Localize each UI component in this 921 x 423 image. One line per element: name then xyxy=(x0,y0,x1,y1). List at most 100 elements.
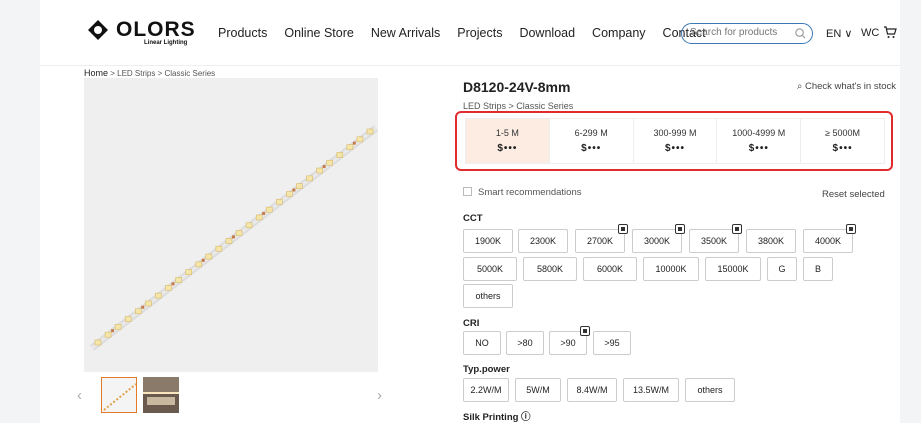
tier-price: $••• xyxy=(832,143,853,154)
option-label: NO xyxy=(475,338,489,348)
led-chip xyxy=(366,128,374,135)
power-option[interactable]: 5W/M xyxy=(515,378,561,402)
tier-price: $••• xyxy=(664,143,686,154)
power-option[interactable]: 8.4W/M xyxy=(567,378,617,402)
led-chip xyxy=(296,183,303,190)
cri-option[interactable]: >90 xyxy=(549,326,590,355)
product-category[interactable]: LED Strips > Classic Series xyxy=(463,101,573,111)
price-tier[interactable]: 1-5 M $••• xyxy=(466,119,550,163)
option-label: 13.5W/M xyxy=(632,385,669,395)
option-label: 2.2W/M xyxy=(470,385,502,395)
reset-selected-button[interactable]: Reset selected xyxy=(822,189,885,200)
option-label: 5800K xyxy=(536,264,564,274)
cri-option[interactable]: >95 xyxy=(593,331,631,355)
page: OLORS Linear Lighting Products Online St… xyxy=(40,0,900,423)
cct-option[interactable]: 1900K xyxy=(463,229,513,253)
option-label: 8.4W/M xyxy=(576,385,608,395)
thumbnail-1[interactable] xyxy=(101,377,137,413)
option-label: 3500K xyxy=(700,236,728,246)
led-chip xyxy=(306,175,313,182)
site-header: OLORS Linear Lighting Products Online St… xyxy=(40,0,900,66)
led-chip xyxy=(165,284,172,291)
language-selector[interactable]: EN ∨ xyxy=(826,27,852,40)
nav-products[interactable]: Products xyxy=(218,26,267,40)
cct-option[interactable]: 5000K xyxy=(463,257,517,281)
thumbnail-2[interactable] xyxy=(143,377,179,413)
cct-option[interactable]: 6000K xyxy=(583,257,637,281)
option-label: 5W/M xyxy=(526,385,550,395)
cart-icon[interactable] xyxy=(883,25,897,39)
option-label: 1900K xyxy=(474,236,502,246)
product-title: D8120-24V-8mm xyxy=(463,79,571,95)
cct-label: CCT xyxy=(463,213,483,224)
cct-option[interactable]: 3500K xyxy=(689,224,742,253)
nav-projects[interactable]: Projects xyxy=(457,26,502,40)
option-label: 10000K xyxy=(655,264,687,274)
gallery-prev-arrow[interactable]: ‹ xyxy=(77,387,82,404)
search-input[interactable] xyxy=(690,27,790,38)
option-label: B xyxy=(814,264,821,274)
tag-icon xyxy=(732,224,742,234)
cct-option[interactable]: 4000K xyxy=(803,224,856,253)
led-chip xyxy=(185,269,192,275)
logo-wordmark: OLORS xyxy=(116,18,196,41)
smart-recommendations[interactable]: Smart recommendations xyxy=(463,187,581,198)
option-label: 2300K xyxy=(529,236,557,246)
tier-price: $••• xyxy=(497,143,518,154)
cct-option[interactable]: 15000K xyxy=(705,257,761,281)
nav-new-arrivals[interactable]: New Arrivals xyxy=(371,26,440,40)
power-option[interactable]: others xyxy=(685,378,735,402)
resistor-chip xyxy=(201,258,205,262)
search-box xyxy=(681,23,813,44)
cct-option[interactable]: 5800K xyxy=(523,257,577,281)
stock-link[interactable]: ⌕ Check what's in stock xyxy=(797,81,896,92)
tier-price: $••• xyxy=(581,143,602,154)
cct-option[interactable]: 2700K xyxy=(575,224,628,253)
smart-checkbox[interactable] xyxy=(463,187,472,196)
power-label: Typ.power xyxy=(463,364,510,375)
resistor-chip xyxy=(141,305,145,309)
cct-option[interactable]: G xyxy=(767,257,797,281)
power-option[interactable]: 13.5W/M xyxy=(623,378,679,402)
cct-option[interactable]: 2300K xyxy=(518,229,568,253)
price-tier[interactable]: 6-299 M $••• xyxy=(550,119,634,163)
led-chip xyxy=(205,253,213,260)
option-label: 6000K xyxy=(596,264,624,274)
tier-range: 1000-4999 M xyxy=(732,128,786,138)
tag-icon xyxy=(618,224,628,234)
tag-icon xyxy=(846,224,856,234)
cct-option[interactable]: 3800K xyxy=(746,229,796,253)
led-chip xyxy=(245,222,253,229)
cri-label: CRI xyxy=(463,318,480,329)
led-chip xyxy=(134,308,142,315)
tier-range: 300-999 M xyxy=(653,128,697,138)
price-tier[interactable]: 300-999 M $••• xyxy=(634,119,718,163)
nav-online-store[interactable]: Online Store xyxy=(284,26,353,40)
tier-range: ≥ 5000M xyxy=(825,128,861,138)
wc-link[interactable]: WC xyxy=(861,27,879,39)
cri-option[interactable]: >80 xyxy=(506,331,544,355)
nav-download[interactable]: Download xyxy=(519,26,575,40)
led-chip xyxy=(336,152,344,158)
breadcrumb-path[interactable]: > LED Strips > Classic Series xyxy=(108,69,215,78)
gallery-next-arrow[interactable]: › xyxy=(377,387,382,404)
product-main-image[interactable] xyxy=(84,78,378,372)
cct-option[interactable]: 10000K xyxy=(643,257,699,281)
cct-option[interactable]: 3000K xyxy=(632,224,685,253)
led-strip-image xyxy=(89,125,378,351)
option-label: G xyxy=(778,264,786,274)
cct-option[interactable]: others xyxy=(463,284,513,308)
price-tier[interactable]: ≥ 5000M $••• xyxy=(801,119,884,163)
cct-option[interactable]: B xyxy=(803,257,833,281)
price-tier[interactable]: 1000-4999 M $••• xyxy=(717,119,802,163)
power-option[interactable]: 2.2W/M xyxy=(463,378,509,402)
breadcrumb-home[interactable]: Home xyxy=(84,68,108,78)
resistor-chip xyxy=(171,282,175,286)
nav-company[interactable]: Company xyxy=(592,26,646,40)
logo[interactable]: OLORS Linear Lighting xyxy=(86,18,206,48)
cri-option[interactable]: NO xyxy=(463,331,501,355)
led-chip xyxy=(175,277,182,283)
resistor-chip xyxy=(262,211,266,215)
search-icon[interactable] xyxy=(794,27,807,40)
led-chip xyxy=(124,316,132,322)
